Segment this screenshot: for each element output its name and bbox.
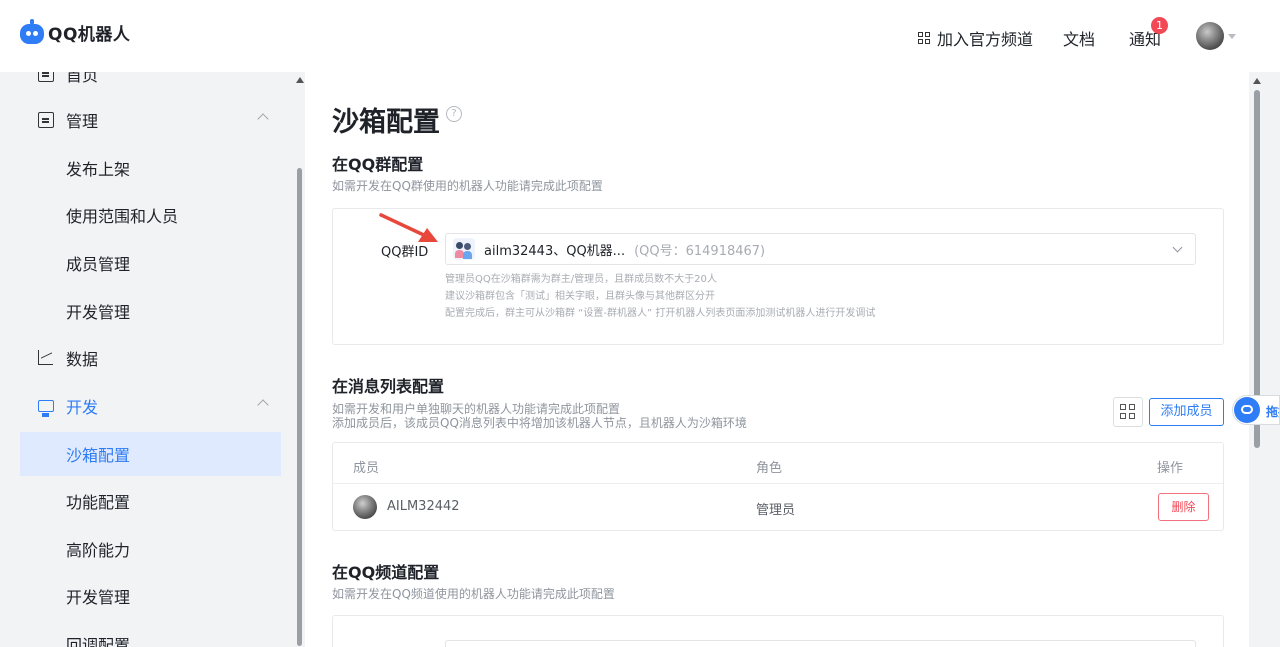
group-hint-2: 建议沙箱群包含「测试」相关字眼，且群头像与其他群区分开: [445, 291, 715, 302]
table-divider: [333, 483, 1223, 484]
sidebar-item-manage[interactable]: 管理: [20, 98, 281, 142]
cloud-icon: [1234, 397, 1260, 423]
qrcode-icon: [1120, 404, 1126, 410]
channel-section-title: 在QQ频道配置: [332, 563, 440, 582]
selected-group-name: ailm32443、QQ机器...: [484, 243, 626, 259]
sidebar-item-label: 开发管理: [66, 588, 131, 607]
channel-section-desc: 如需开发在QQ频道使用的机器人功能请完成此项配置: [332, 587, 615, 601]
sidebar-scrollbar[interactable]: [297, 168, 302, 646]
join-channel-link[interactable]: 加入官方频道: [918, 26, 1033, 50]
grid-icon: [918, 31, 931, 45]
logo[interactable]: QQ机器人: [20, 19, 130, 45]
sidebar-item-develop[interactable]: 开发: [20, 384, 281, 428]
main-content: 沙箱配置 ? 在QQ群配置 如需开发在QQ群使用的机器人功能请完成此项配置 QQ…: [305, 72, 1249, 647]
chevron-down-icon[interactable]: [1228, 34, 1236, 39]
member-role: 管理员: [756, 503, 796, 518]
group-avatar: [453, 238, 475, 260]
sidebar-item-features[interactable]: 功能配置: [20, 479, 281, 523]
sidebar-item-dev-manage-2[interactable]: 开发管理: [20, 574, 281, 618]
join-channel-label: 加入官方频道: [937, 30, 1034, 49]
floating-drag-button[interactable]: 拖拽: [1232, 395, 1280, 425]
members-table: 成员 角色 操作 AILM32442 管理员 删除: [332, 442, 1224, 531]
sidebar-item-sandbox[interactable]: 沙箱配置: [20, 432, 281, 476]
sidebar-item-home[interactable]: 首页: [20, 72, 281, 96]
docs-link[interactable]: 文档: [1063, 26, 1095, 50]
sidebar-item-dev-manage[interactable]: 开发管理: [20, 289, 281, 333]
sidebar-item-publish[interactable]: 发布上架: [20, 146, 281, 190]
page-title: 沙箱配置: [332, 107, 440, 138]
top-header: QQ机器人 加入官方频道 文档 通知 1: [0, 0, 1280, 72]
chart-icon: [38, 350, 54, 366]
floating-button-label: 拖拽: [1266, 405, 1279, 419]
scroll-up-arrow[interactable]: [1253, 78, 1261, 84]
sidebar-item-callback[interactable]: 回调配置: [20, 622, 281, 647]
channel-config-card: [332, 615, 1224, 647]
sidebar-item-data[interactable]: 数据: [20, 336, 281, 380]
sidebar-item-members[interactable]: 成员管理: [20, 241, 281, 285]
sidebar-item-label: 首页: [66, 72, 99, 85]
sidebar-item-label: 开发: [66, 398, 99, 417]
chevron-down-icon: [1172, 242, 1183, 253]
channel-select[interactable]: [445, 640, 1196, 647]
add-member-button[interactable]: 添加成员: [1149, 398, 1224, 426]
sidebar-item-label: 使用范围和人员: [66, 207, 179, 226]
sidebar-item-label: 开发管理: [66, 303, 131, 322]
table-header-role: 角色: [756, 461, 783, 476]
monitor-icon: [38, 400, 54, 415]
message-section-desc-1: 如需开发和用户单独聊天的机器人功能请完成此项配置: [332, 402, 621, 416]
group-section-title: 在QQ群配置: [332, 155, 424, 174]
qrcode-button[interactable]: [1113, 397, 1143, 427]
sidebar-item-label: 高阶能力: [66, 541, 131, 560]
sidebar-item-scope[interactable]: 使用范围和人员: [20, 193, 281, 237]
document-icon: [38, 112, 54, 128]
table-header-action: 操作: [1157, 461, 1184, 476]
sidebar-item-label: 数据: [66, 350, 99, 369]
sidebar-item-label: 管理: [66, 112, 99, 131]
help-icon[interactable]: ?: [446, 106, 462, 122]
group-hint-3: 配置完成后，群主可从沙箱群 “设置-群机器人” 打开机器人列表页面添加测试机器人…: [445, 308, 876, 319]
notify-badge: 1: [1151, 17, 1168, 34]
group-id-select[interactable]: ailm32443、QQ机器... (QQ号：614918467): [445, 233, 1196, 265]
sidebar-item-label: 沙箱配置: [66, 446, 131, 465]
selected-group-qq: (QQ号：614918467): [634, 243, 766, 259]
user-avatar[interactable]: [1196, 22, 1224, 50]
group-section-desc: 如需开发在QQ群使用的机器人功能请完成此项配置: [332, 179, 603, 193]
sidebar-item-label: 回调配置: [66, 636, 131, 647]
red-arrow-icon: [379, 213, 438, 242]
delete-member-button[interactable]: 删除: [1158, 493, 1209, 521]
sidebar-item-label: 成员管理: [66, 255, 131, 274]
logo-text: QQ机器人: [48, 24, 131, 45]
member-name: AILM32442: [387, 499, 460, 514]
sidebar-item-label: 发布上架: [66, 160, 131, 179]
sidebar: 首页 管理 发布上架 使用范围和人员 成员管理 开发管理 数据 开发 沙箱配置 …: [0, 72, 293, 647]
sidebar-item-advanced[interactable]: 高阶能力: [20, 527, 281, 571]
message-section-desc-2: 添加成员后，该成员QQ消息列表中将增加该机器人节点，且机器人为沙箱环境: [332, 416, 747, 430]
home-icon: [38, 72, 54, 82]
message-section-title: 在消息列表配置: [332, 377, 445, 396]
table-header-member: 成员: [353, 461, 380, 476]
chevron-up-icon: [257, 399, 269, 411]
group-hint-1: 管理员QQ在沙箱群需为群主/管理员，且群成员数不大于20人: [445, 274, 717, 285]
robot-logo-icon: [20, 19, 44, 45]
scroll-up-arrow[interactable]: [296, 77, 304, 83]
chevron-up-icon: [257, 113, 269, 125]
group-config-card: QQ群ID ailm32443、QQ机器... (QQ号：614918467) …: [332, 208, 1224, 345]
member-avatar: [353, 495, 377, 519]
sidebar-item-label: 功能配置: [66, 493, 131, 512]
